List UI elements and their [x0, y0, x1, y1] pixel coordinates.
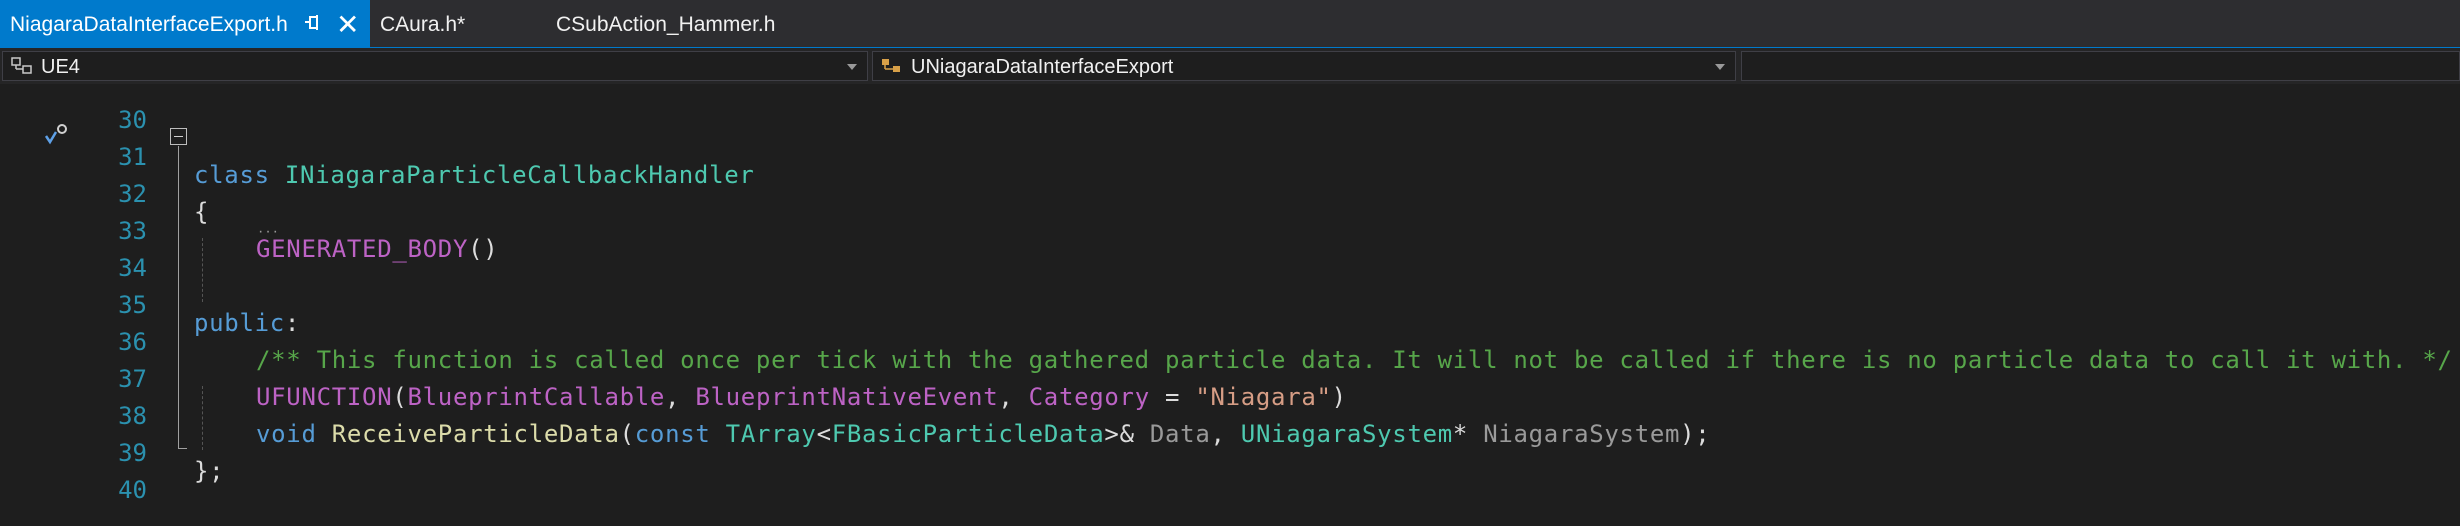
pin-icon[interactable] [303, 0, 321, 53]
code-line: 32 { [0, 158, 2460, 226]
code-line: 40 [0, 454, 2460, 504]
member-dropdown[interactable] [1741, 51, 2460, 81]
tab-label: CSubAction_Hammer.h [556, 13, 776, 36]
close-icon[interactable]: ✕ [336, 0, 359, 49]
code-line: 34 [0, 232, 2460, 282]
project-icon [11, 57, 33, 75]
code-line: 31 class INiagaraParticleCallbackHandler [0, 121, 2460, 189]
chevron-down-icon [1715, 64, 1725, 70]
navigation-bar: UE4 UNiagaraDataInterfaceExport [0, 47, 2460, 84]
code-editor[interactable]: ··· 30 31 class INiagaraParticleCallback… [0, 84, 2460, 504]
tab-label: CAura.h* [380, 13, 466, 36]
document-tab-bar: NiagaraDataInterfaceExport.h ✕ CAura.h* … [0, 0, 2460, 47]
code-line: 30 [0, 84, 2460, 134]
tab-caura[interactable]: CAura.h* [380, 0, 465, 47]
code-line: 39 }; [0, 417, 2460, 485]
scope-dropdown[interactable]: UNiagaraDataInterfaceExport [872, 51, 1736, 81]
code-line: 38 void ReceiveParticleData(const TArray… [0, 380, 2460, 448]
project-dropdown[interactable]: UE4 [2, 51, 868, 81]
class-icon [881, 57, 903, 75]
tab-csubaction-hammer[interactable]: CSubAction_Hammer.h [556, 0, 775, 47]
project-label: UE4 [41, 56, 80, 78]
tab-label: NiagaraDataInterfaceExport.h [10, 13, 288, 36]
code-line: 35 public: [0, 269, 2460, 337]
code-line: 33 GENERATED_BODY() [0, 195, 2460, 263]
chevron-down-icon [847, 64, 857, 70]
code-line: 37 UFUNCTION(BlueprintCallable, Blueprin… [0, 343, 2460, 411]
scope-label: UNiagaraDataInterfaceExport [911, 56, 1174, 78]
line-number: 40 [118, 476, 147, 504]
code-line: 36 /** This function is called once per … [0, 306, 2460, 374]
